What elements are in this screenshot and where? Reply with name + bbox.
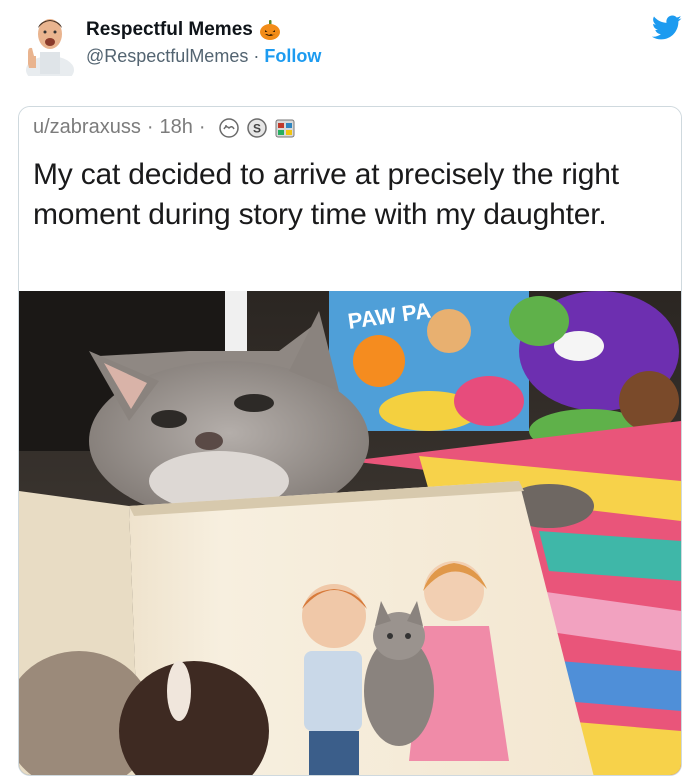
silver-award-icon: S — [246, 117, 267, 138]
tweet-header: Respectful Memes @RespectfulMemes · Foll… — [0, 0, 700, 96]
follow-button[interactable]: Follow — [264, 46, 321, 67]
pumpkin-icon — [259, 20, 280, 40]
reddit-username: u/zabraxuss — [33, 116, 141, 138]
post-title: My cat decided to arrive at precisely th… — [33, 158, 619, 231]
display-name[interactable]: Respectful Memes — [86, 19, 253, 41]
calendar-award-icon — [275, 119, 295, 137]
svg-text:S: S — [253, 121, 261, 135]
photo-cat-over-picture-book: PAW PA — [19, 291, 681, 775]
media-card[interactable]: u/zabraxuss · 18h · S My cat decided to … — [18, 106, 682, 776]
handle-row: @RespectfulMemes · Follow — [86, 46, 321, 67]
wholesome-award-icon — [218, 117, 239, 138]
twitter-bird-icon[interactable] — [652, 15, 682, 41]
name-row: Respectful Memes — [86, 19, 281, 41]
post-age: 18h — [159, 116, 193, 138]
meta-separator: · — [146, 116, 154, 138]
meta-separator-2: · — [198, 116, 206, 138]
post-meta: u/zabraxuss · 18h · S — [33, 116, 296, 139]
avatar[interactable] — [20, 12, 76, 76]
reddit-post-screenshot: u/zabraxuss · 18h · S My cat decided to … — [19, 107, 681, 291]
separator-dot: · — [253, 46, 260, 66]
handle[interactable]: @RespectfulMemes — [86, 46, 248, 67]
